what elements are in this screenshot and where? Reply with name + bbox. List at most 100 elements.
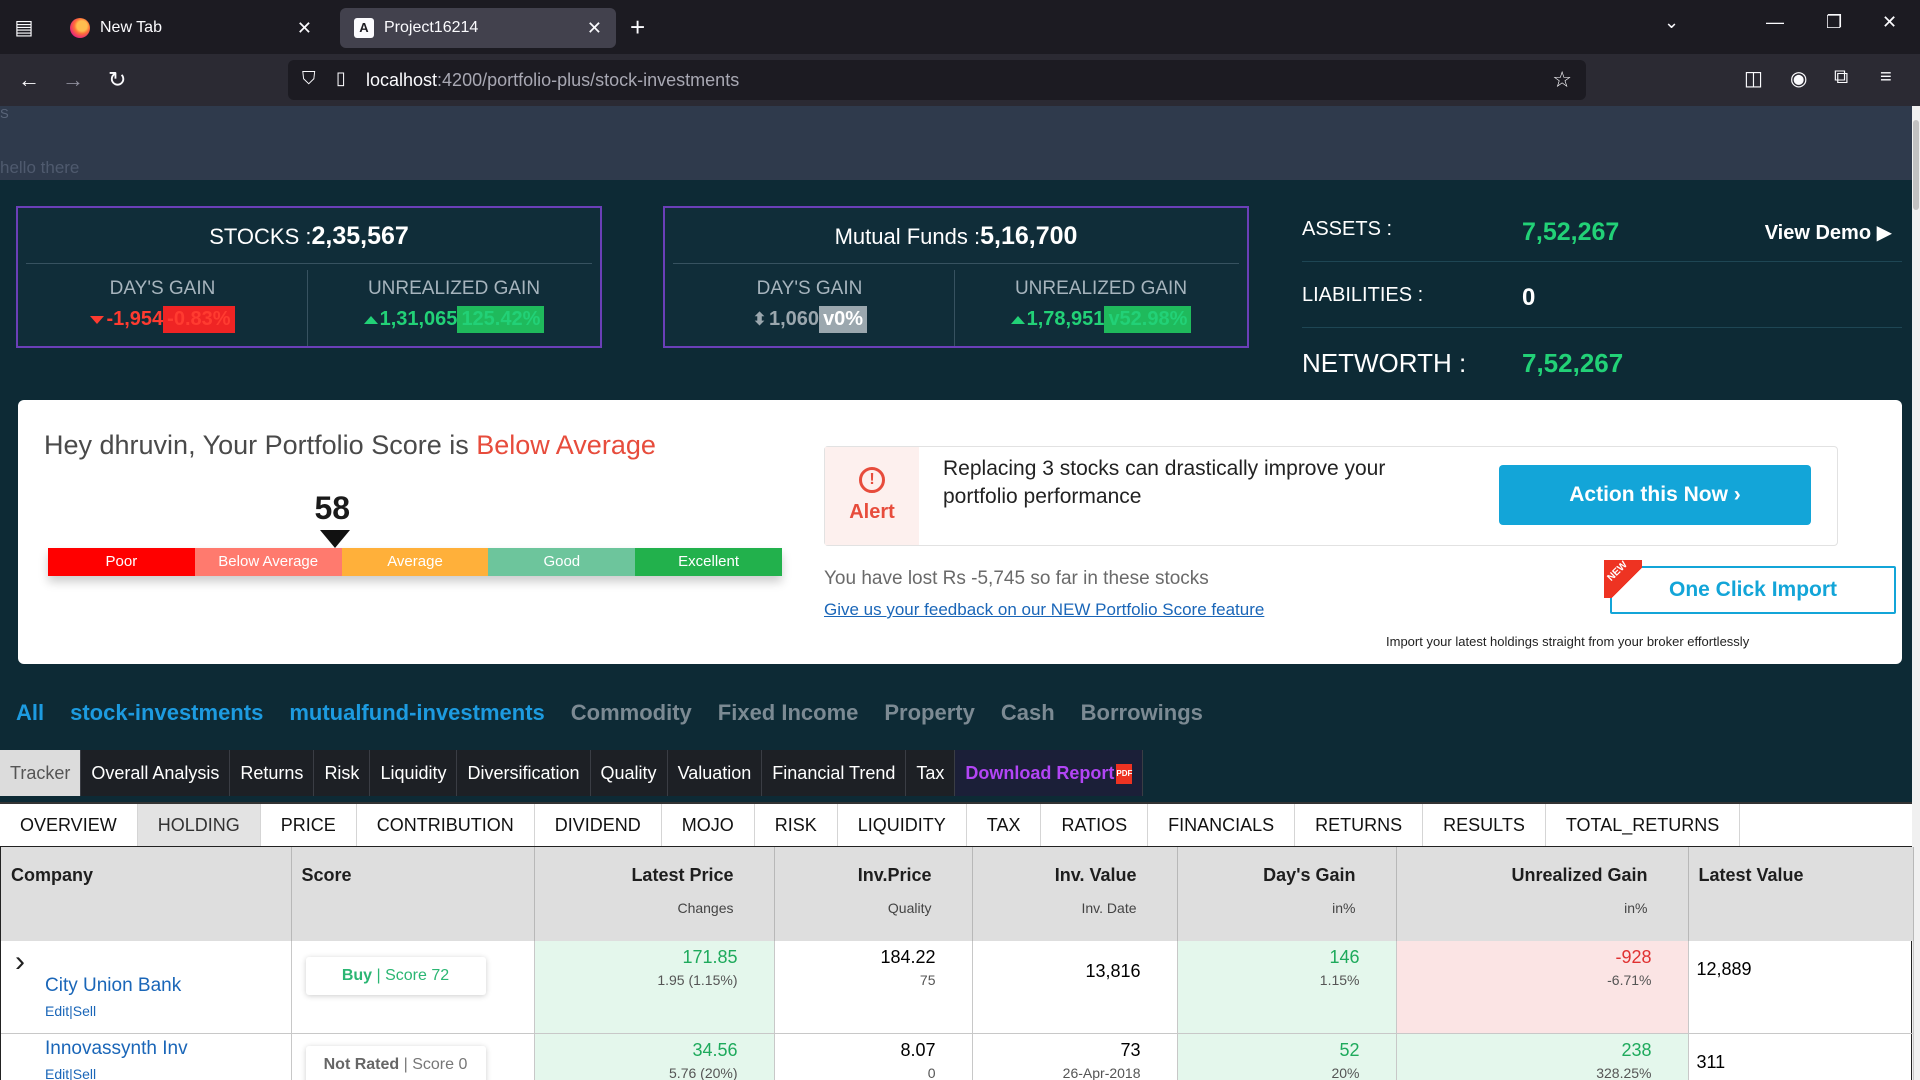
col-latest-value[interactable]: Latest Value — [1688, 847, 1914, 941]
tab-list-icon[interactable]: ▤ — [10, 14, 38, 42]
subtab-price[interactable]: PRICE — [261, 804, 357, 846]
tab-tax[interactable]: Tax — [906, 750, 956, 796]
holding-sub-tabs: OVERVIEW HOLDING PRICE CONTRIBUTION DIVIDEND… — [0, 802, 1912, 846]
edit-sell-link[interactable]: Edit|Sell — [45, 1003, 291, 1019]
score-value: 58 — [314, 490, 351, 526]
minimize-icon[interactable]: — — [1766, 12, 1784, 33]
list-all-tabs-icon[interactable]: ⌄ — [1664, 12, 1679, 33]
latest-value-cell: 12,889 — [1688, 941, 1914, 1034]
pocket-icon[interactable]: ◫ — [1744, 66, 1763, 91]
subtab-financials[interactable]: FINANCIALS — [1148, 804, 1296, 846]
tab-diversification[interactable]: Diversification — [457, 750, 591, 796]
subtab-tax[interactable]: TAX — [967, 804, 1042, 846]
tab-valuation[interactable]: Valuation — [667, 750, 763, 796]
angular-icon: A — [354, 18, 374, 38]
tab-overall-analysis[interactable]: Overall Analysis — [81, 750, 231, 796]
feedback-link[interactable]: Give us your feedback on our NEW Portfol… — [824, 600, 1264, 620]
edit-sell-link[interactable]: Edit|Sell — [45, 1066, 291, 1080]
col-company[interactable]: Company — [1, 847, 292, 941]
score-chip[interactable]: Not Rated | Score 0 — [306, 1046, 486, 1080]
col-inv-value[interactable]: Inv. Value Inv. Date — [972, 847, 1178, 941]
page-info-icon[interactable]: ▯ — [336, 68, 346, 89]
lost-amount-text: You have lost Rs -5,745 so far in these … — [824, 568, 1209, 589]
subtab-ratios[interactable]: RATIOS — [1041, 804, 1149, 846]
tab-quality[interactable]: Quality — [590, 750, 668, 796]
col-inv-price[interactable]: Inv.Price Quality — [774, 847, 973, 941]
tab-liquidity[interactable]: Liquidity — [370, 750, 458, 796]
restore-icon[interactable]: ❐ — [1826, 12, 1842, 33]
view-demo-button[interactable]: View Demo ▶ — [1765, 220, 1892, 245]
action-this-now-button[interactable]: Action this Now › — [1499, 465, 1811, 525]
category-cash[interactable]: Cash — [1001, 700, 1055, 726]
col-score[interactable]: Score — [291, 847, 535, 941]
category-all[interactable]: All — [16, 700, 44, 726]
close-tab-icon[interactable]: ✕ — [587, 18, 602, 39]
close-tab-icon[interactable]: ✕ — [297, 18, 312, 39]
category-stock-investments[interactable]: stock-investments — [70, 700, 263, 726]
company-link[interactable]: Innovassynth Inv — [45, 1038, 291, 1060]
analysis-tabs: Tracker Overall Analysis Returns Risk Liquid… — [0, 750, 1144, 796]
tab-financial-trend[interactable]: Financial Trend — [762, 750, 907, 796]
liabilities-row: LIABILITIES : 0 — [1302, 262, 1902, 328]
neutral-arrow-icon: ⬍ — [751, 309, 767, 329]
col-days-gain[interactable]: Day's Gain in% — [1177, 847, 1397, 941]
extensions-icon[interactable]: ⧉ — [1834, 66, 1848, 89]
subtab-mojo[interactable]: MOJO — [662, 804, 755, 846]
mutual-funds-header: Mutual Funds :5,16,700 — [673, 208, 1239, 264]
browser-tab-new-tab[interactable]: New Tab ✕ — [56, 8, 326, 48]
subtab-liquidity[interactable]: LIQUIDITY — [838, 804, 967, 846]
tab-returns[interactable]: Returns — [230, 750, 315, 796]
subtab-returns[interactable]: RETURNS — [1295, 804, 1424, 846]
one-click-import-button[interactable]: One Click Import — [1610, 566, 1896, 614]
category-fixed-income[interactable]: Fixed Income — [718, 700, 859, 726]
browser-tab-project[interactable]: A Project16214 ✕ — [340, 8, 616, 48]
tab-title: Project16214 — [384, 19, 479, 36]
subtab-dividend[interactable]: DIVIDEND — [535, 804, 662, 846]
back-icon[interactable]: ← — [18, 66, 40, 94]
menu-icon[interactable]: ≡ — [1880, 66, 1892, 89]
table-row: › City Union Bank Edit|Sell Buy | Score … — [1, 941, 1914, 1034]
close-window-icon[interactable]: ✕ — [1882, 12, 1897, 33]
reload-icon[interactable]: ↻ — [108, 66, 126, 94]
new-tab-icon[interactable]: + — [630, 12, 645, 42]
scrollbar-thumb[interactable] — [1913, 120, 1919, 210]
subtab-total-returns[interactable]: TOTAL_RETURNS — [1546, 804, 1741, 846]
asset-category-nav: All stock-investments mutualfund-investmen… — [16, 700, 1229, 726]
score-pointer-icon — [320, 530, 351, 548]
subtab-risk[interactable]: RISK — [755, 804, 838, 846]
bookmark-star-icon[interactable]: ☆ — [1552, 67, 1572, 93]
col-unrealized-gain[interactable]: Unrealized Gain in% — [1396, 847, 1689, 941]
expand-chevron-icon[interactable]: › — [15, 945, 25, 979]
tab-tracker[interactable]: Tracker — [0, 750, 82, 796]
tab-label: Quality — [600, 763, 657, 783]
tab-label: Returns — [240, 763, 304, 783]
category-mutualfund-investments[interactable]: mutualfund-investments — [289, 700, 544, 726]
tab-risk[interactable]: Risk — [314, 750, 371, 796]
company-link[interactable]: City Union Bank — [45, 975, 291, 997]
latest-value-cell: 311 — [1688, 1033, 1914, 1080]
up-arrow-icon — [363, 315, 378, 324]
alert-message: Replacing 3 stocks can drastically impro… — [943, 457, 1386, 508]
forward-icon[interactable]: → — [62, 66, 84, 94]
networth-row: NETWORTH : 7,52,267 — [1302, 348, 1624, 378]
address-bar[interactable]: ⛉ ▯ localhost:4200/portfolio-plus/stock-… — [288, 60, 1586, 100]
col-latest-price[interactable]: Latest Price Changes — [534, 847, 775, 941]
subtab-results[interactable]: RESULTS — [1423, 804, 1546, 846]
category-property[interactable]: Property — [884, 700, 974, 726]
subtab-holding[interactable]: HOLDING — [137, 804, 261, 846]
company-cell: Innovassynth Inv Edit|Sell — [1, 1033, 292, 1080]
tab-download-report[interactable]: Download Report PDF — [955, 750, 1144, 796]
score-title: Hey dhruvin, Your Portfolio Score is Bel… — [44, 430, 656, 460]
alert-box: ! Alert Replacing 3 stocks can drastical… — [824, 446, 1838, 546]
score-chip[interactable]: Buy | Score 72 — [306, 957, 486, 995]
shield-icon[interactable]: ⛉ — [302, 68, 316, 89]
category-commodity[interactable]: Commodity — [571, 700, 692, 726]
account-icon[interactable]: ◉ — [1790, 66, 1807, 91]
pdf-icon: PDF — [1116, 764, 1133, 785]
url-text[interactable]: localhost:4200/portfolio-plus/stock-inve… — [366, 70, 739, 91]
subtab-overview[interactable]: OVERVIEW — [0, 804, 138, 846]
stocks-days-gain: DAY'S GAIN -1,954 -0.83% — [18, 270, 308, 346]
mf-days-gain: DAY'S GAIN ⬍ 1,060 v0% — [665, 270, 955, 346]
subtab-contribution[interactable]: CONTRIBUTION — [357, 804, 535, 846]
category-borrowings[interactable]: Borrowings — [1081, 700, 1203, 726]
